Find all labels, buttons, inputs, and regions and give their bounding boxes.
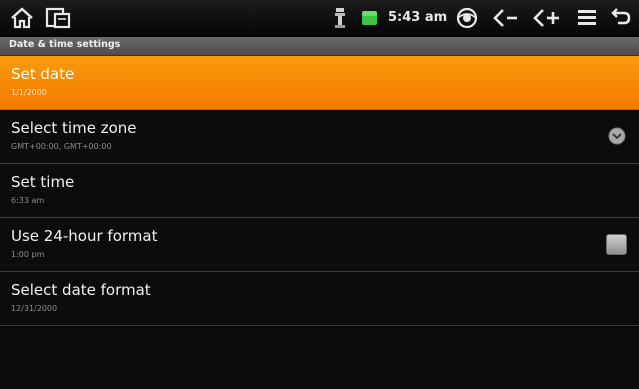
- status-time: 5:43 am: [388, 10, 448, 25]
- volume-up-icon[interactable]: [530, 5, 562, 31]
- select-date-format-item[interactable]: Select date format 12/31/2000: [0, 272, 639, 326]
- menu-icon[interactable]: [575, 5, 599, 31]
- recent-apps-icon[interactable]: [43, 5, 73, 31]
- select-time-zone-item[interactable]: Select time zone GMT+00:00, GMT+00:00: [0, 110, 639, 164]
- select-time-zone-summary: GMT+00:00, GMT+00:00: [11, 142, 112, 151]
- set-time-item[interactable]: Set time 6:33 am: [0, 164, 639, 218]
- screen: 5:43 am Date & time settings Set date 1/…: [0, 0, 639, 389]
- use-24-hour-format-summary: 1:00 pm: [11, 250, 45, 259]
- page-title: Date & time settings: [9, 39, 121, 50]
- chevron-down-icon[interactable]: [608, 127, 626, 149]
- usb-debug-icon: [332, 5, 348, 31]
- eye-icon[interactable]: [454, 5, 480, 31]
- set-time-summary: 6:33 am: [11, 196, 45, 205]
- 24-hour-format-checkbox[interactable]: [606, 234, 627, 255]
- back-icon[interactable]: [609, 5, 633, 31]
- volume-down-icon[interactable]: [490, 5, 520, 31]
- home-icon[interactable]: [8, 5, 36, 31]
- status-bar: 5:43 am: [0, 0, 639, 38]
- battery-icon: [360, 5, 378, 31]
- set-date-title: Set date: [11, 65, 75, 83]
- set-date-item[interactable]: Set date 1/1/2000: [0, 56, 639, 110]
- select-time-zone-title: Select time zone: [11, 119, 137, 137]
- use-24-hour-format-item[interactable]: Use 24-hour format 1:00 pm: [0, 218, 639, 272]
- title-bar: Date & time settings: [0, 37, 639, 56]
- set-date-summary: 1/1/2000: [11, 88, 47, 97]
- set-time-title: Set time: [11, 173, 75, 191]
- select-date-format-title: Select date format: [11, 281, 151, 299]
- select-date-format-summary: 12/31/2000: [11, 304, 58, 313]
- settings-list: Set date 1/1/2000 Select time zone GMT+0…: [0, 56, 639, 326]
- use-24-hour-format-title: Use 24-hour format: [11, 227, 158, 245]
